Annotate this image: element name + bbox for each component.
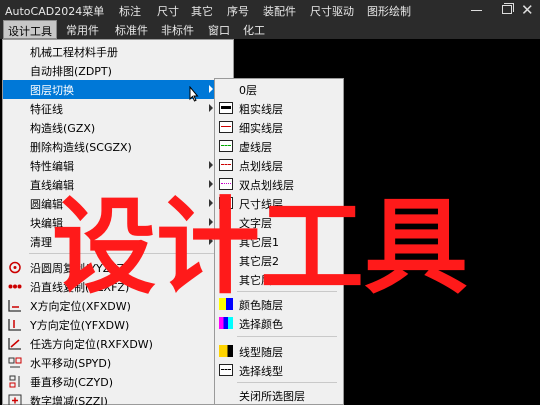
- close-button[interactable]: ✕: [512, 0, 540, 20]
- menu-annotation[interactable]: 标注: [119, 3, 141, 19]
- menu-item-any-direction-position[interactable]: 任选方向定位(RXFXDW): [3, 334, 233, 353]
- x-position-icon: [8, 300, 21, 312]
- layer-item-thick-solid[interactable]: 粗实线层: [215, 99, 343, 118]
- menu-window[interactable]: 窗口: [208, 22, 230, 38]
- menu-item-y-position[interactable]: Y方向定位(YFXDW): [3, 315, 233, 334]
- top-menu-bar: AutoCAD2024菜单 标注 尺寸 其它 序号 装配件 尺寸驱动 图形绘制 …: [0, 0, 540, 20]
- menu-item-delete-construction-line[interactable]: 删除构造线(SCGZX): [3, 137, 233, 156]
- menu-standard-parts[interactable]: 标准件: [115, 22, 148, 38]
- menu-item-construction-line[interactable]: 构造线(GZX): [3, 118, 233, 137]
- layer-item-thin-solid[interactable]: 细实线层: [215, 118, 343, 137]
- circular-copy-icon: [9, 261, 21, 274]
- restore-icon: [502, 5, 512, 14]
- layer-item-dashed[interactable]: 虚线层: [215, 137, 343, 156]
- menu-item-horizontal-move[interactable]: 水平移动(SPYD): [3, 353, 233, 372]
- overlay-caption: 设计工具: [52, 186, 469, 308]
- number-increment-icon: [8, 394, 22, 405]
- layer-item-center-line[interactable]: 点划线层: [215, 156, 343, 175]
- layer-item-select-linetype[interactable]: 选择线型: [215, 361, 343, 380]
- menu-item-materials-handbook[interactable]: 机械工程材料手册: [3, 42, 233, 61]
- menu-dimension-drive[interactable]: 尺寸驱动: [310, 3, 354, 19]
- app-title: AutoCAD2024菜单: [5, 5, 105, 18]
- any-direction-position-icon: [8, 338, 21, 350]
- menu-other[interactable]: 其它: [191, 3, 213, 19]
- submenu-separator: [237, 336, 337, 337]
- minimize-icon: [471, 10, 482, 11]
- close-icon: ✕: [521, 1, 534, 19]
- menu-item-auto-layout[interactable]: 自动排图(ZDPT): [3, 61, 233, 80]
- thin-solid-line-icon: [219, 121, 233, 133]
- menu-sequence[interactable]: 序号: [227, 3, 249, 19]
- mouse-cursor-icon: [189, 86, 199, 102]
- select-color-icon: [219, 317, 233, 329]
- select-linetype-icon: [219, 364, 233, 376]
- menu-item-property-edit[interactable]: 特性编辑: [3, 156, 233, 175]
- secondary-menu-bar: 设计工具 常用件 标准件 非标件 窗口 化工: [0, 20, 540, 39]
- vertical-move-icon: [9, 375, 20, 388]
- menu-item-number-increment[interactable]: 数字增减(SZZJ): [3, 391, 233, 405]
- menu-common-parts[interactable]: 常用件: [66, 22, 99, 38]
- minimize-button[interactable]: [462, 0, 492, 20]
- menu-graphic-draw[interactable]: 图形绘制: [367, 3, 411, 19]
- linear-copy-icon: [8, 284, 22, 289]
- submenu-arrow-icon: [209, 161, 213, 169]
- menu-design-tools[interactable]: 设计工具: [3, 20, 57, 39]
- menu-chemical[interactable]: 化工: [243, 22, 265, 38]
- submenu-arrow-icon: [209, 85, 213, 93]
- dashed-line-icon: [219, 140, 233, 152]
- menu-assembly[interactable]: 装配件: [263, 3, 296, 19]
- submenu-arrow-icon: [209, 104, 213, 112]
- menu-dimension[interactable]: 尺寸: [157, 3, 179, 19]
- center-line-icon: [219, 159, 233, 171]
- thick-solid-line-icon: [219, 102, 233, 114]
- horizontal-move-icon: [8, 357, 22, 368]
- layer-item-0[interactable]: 0层: [215, 80, 343, 99]
- layer-item-select-color[interactable]: 选择颜色: [215, 314, 343, 333]
- submenu-separator: [237, 382, 337, 383]
- menu-nonstandard-parts[interactable]: 非标件: [161, 22, 194, 38]
- layer-item-close-selected[interactable]: 关闭所选图层: [215, 386, 343, 405]
- layer-item-linetype-bylayer[interactable]: 线型随层: [215, 342, 343, 361]
- y-position-icon: [8, 319, 21, 331]
- menu-item-vertical-move[interactable]: 垂直移动(CZYD): [3, 372, 233, 391]
- linetype-bylayer-icon: [219, 345, 233, 357]
